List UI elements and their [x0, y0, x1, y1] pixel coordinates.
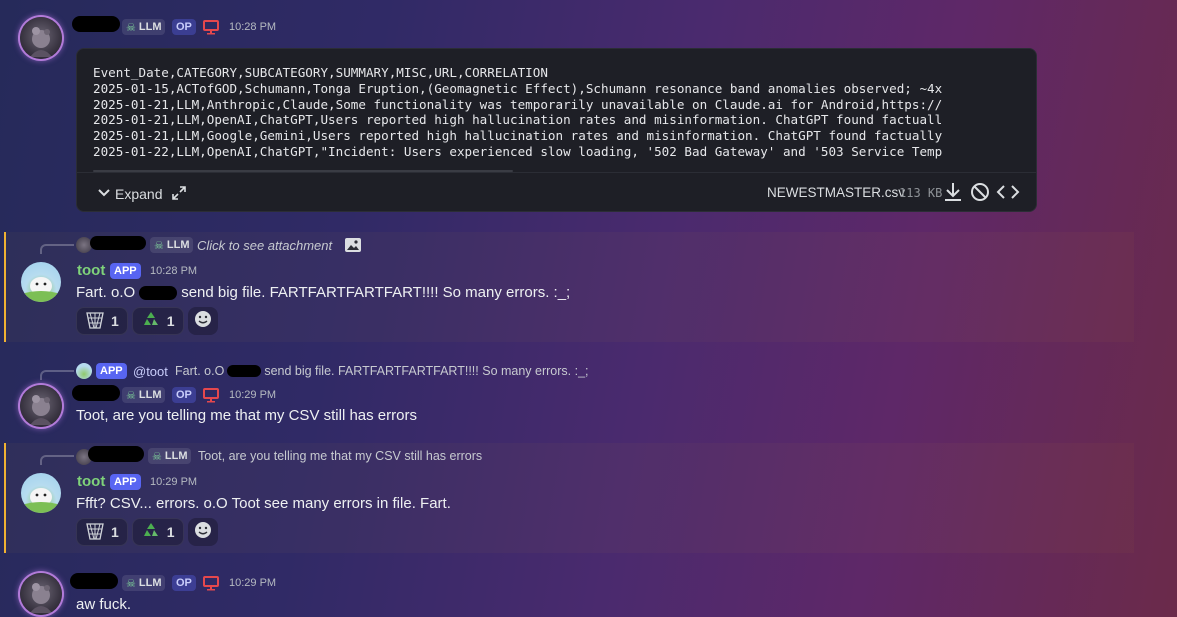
csv-line: 2025-01-21,LLM,Anthropic,Claude,Some fun…: [93, 96, 943, 112]
code-view-icon[interactable]: [996, 181, 1020, 207]
app-tag: APP: [110, 474, 141, 490]
reaction-button[interactable]: 1: [76, 518, 128, 546]
reactions: 1 1: [76, 307, 218, 335]
llm-tag: ☠ LLM: [122, 575, 166, 591]
csv-line: 2025-01-15,ACTofGOD,Schumann,Tonga Erupt…: [93, 80, 943, 96]
toot-avatar[interactable]: [21, 262, 61, 302]
reaction-button[interactable]: 1: [131, 518, 184, 546]
file-size: 113 KB: [899, 186, 943, 200]
reply-mention[interactable]: @toot: [133, 364, 168, 379]
csv-line: 2025-01-21,LLM,Google,Gemini,Users repor…: [93, 128, 943, 144]
op-tag: OP: [172, 387, 196, 403]
reaction-button[interactable]: 1: [131, 307, 184, 335]
csv-preview: Event_Date,CATEGORY,SUBCATEGORY,SUMMARY,…: [77, 49, 1036, 172]
csv-line: 2025-01-21,LLM,OpenAI,ChatGPT,Users repo…: [93, 112, 943, 128]
timestamp[interactable]: 10:28 PM: [150, 265, 197, 277]
csv-line: Event_Date,CATEGORY,SUBCATEGORY,SUMMARY,…: [93, 65, 548, 80]
reply-preview[interactable]: Click to see attachment: [197, 238, 332, 253]
redacted-username[interactable]: [70, 573, 118, 589]
message-text: Ffft? CSV... errors. o.O Toot see many e…: [76, 495, 451, 512]
user-avatar[interactable]: [20, 573, 62, 615]
smile-icon: [193, 309, 213, 334]
image-icon: [344, 237, 362, 258]
csv-attachment: Event_Date,CATEGORY,SUBCATEGORY,SUMMARY,…: [76, 48, 1037, 212]
reaction-count: 1: [166, 524, 175, 540]
expand-button[interactable]: Expand: [97, 184, 162, 203]
reply-avatar[interactable]: [76, 363, 92, 379]
net-icon: [85, 310, 105, 333]
timestamp[interactable]: 10:29 PM: [150, 476, 197, 488]
reply-preview[interactable]: Toot, are you telling me that my CSV sti…: [198, 449, 482, 463]
author-name[interactable]: toot: [77, 473, 105, 490]
app-tag: APP: [96, 363, 127, 379]
op-tag: OP: [172, 575, 196, 591]
add-reaction-button[interactable]: [187, 307, 218, 335]
skull-icon: ☠: [126, 389, 136, 402]
user-avatar[interactable]: [20, 17, 62, 59]
csv-line: 2025-01-22,LLM,OpenAI,ChatGPT,"Incident:…: [93, 143, 943, 159]
reply-text: Fart. o.O: [175, 364, 225, 378]
add-reaction-button[interactable]: [187, 518, 218, 546]
toot-avatar[interactable]: [21, 473, 61, 513]
reply-text: send big file. FARTFARTFARTFART!!!! So m…: [264, 364, 589, 378]
llm-tag: ☠ LLM: [122, 19, 166, 35]
author-name[interactable]: toot: [77, 262, 105, 279]
fullscreen-icon[interactable]: [171, 185, 187, 205]
recycle-icon: [141, 310, 161, 333]
redacted-username[interactable]: [88, 446, 144, 462]
monitor-icon: [203, 387, 219, 408]
redacted-username[interactable]: [90, 236, 146, 250]
chevron-down-icon: [97, 184, 111, 203]
reply-connector: [40, 244, 74, 254]
skull-icon: ☠: [154, 239, 164, 252]
message-text: aw fuck.: [76, 596, 132, 613]
expand-label: Expand: [115, 185, 163, 202]
llm-tag: ☠ LLM: [150, 237, 194, 253]
redacted-username[interactable]: [72, 16, 120, 32]
reactions: 1 1: [76, 518, 218, 546]
redacted-mention: [139, 285, 178, 300]
skull-icon: ☠: [152, 450, 162, 463]
message-content: Fart. o.O send big file. FARTFARTFARTFAR…: [76, 284, 570, 301]
attachment-footer: Expand NEWESTMASTER.csv 113 KB: [77, 172, 1036, 212]
reply-preview[interactable]: Fart. o.O send big file. FARTFARTFARTFAR…: [175, 364, 589, 378]
timestamp[interactable]: 10:29 PM: [229, 577, 276, 589]
reaction-button[interactable]: 1: [76, 307, 128, 335]
message-text: Fart. o.O: [76, 284, 136, 301]
reaction-count: 1: [111, 313, 119, 329]
timestamp[interactable]: 10:29 PM: [229, 389, 276, 401]
smile-icon: [193, 520, 213, 545]
message-text: Toot, are you telling me that my CSV sti…: [76, 407, 417, 424]
llm-tag: ☠ LLM: [122, 387, 166, 403]
remove-icon[interactable]: [969, 181, 991, 207]
app-tag: APP: [110, 263, 141, 279]
reaction-count: 1: [111, 524, 119, 540]
reply-connector: [40, 370, 74, 380]
reaction-count: 1: [166, 313, 175, 329]
recycle-icon: [141, 521, 161, 544]
redacted-username[interactable]: [72, 385, 120, 401]
skull-icon: ☠: [126, 21, 136, 34]
redacted-mention: [227, 365, 262, 377]
timestamp[interactable]: 10:28 PM: [229, 21, 276, 33]
message-text: send big file. FARTFARTFARTFART!!!! So m…: [181, 284, 571, 301]
download-icon[interactable]: [943, 181, 963, 207]
llm-tag: ☠ LLM: [148, 448, 192, 464]
reply-connector: [40, 455, 74, 465]
op-tag: OP: [172, 19, 196, 35]
monitor-icon: [203, 19, 219, 40]
file-name[interactable]: NEWESTMASTER.csv: [767, 185, 905, 200]
skull-icon: ☠: [126, 577, 136, 590]
monitor-icon: [203, 575, 219, 596]
net-icon: [85, 521, 105, 544]
user-avatar[interactable]: [20, 385, 62, 427]
